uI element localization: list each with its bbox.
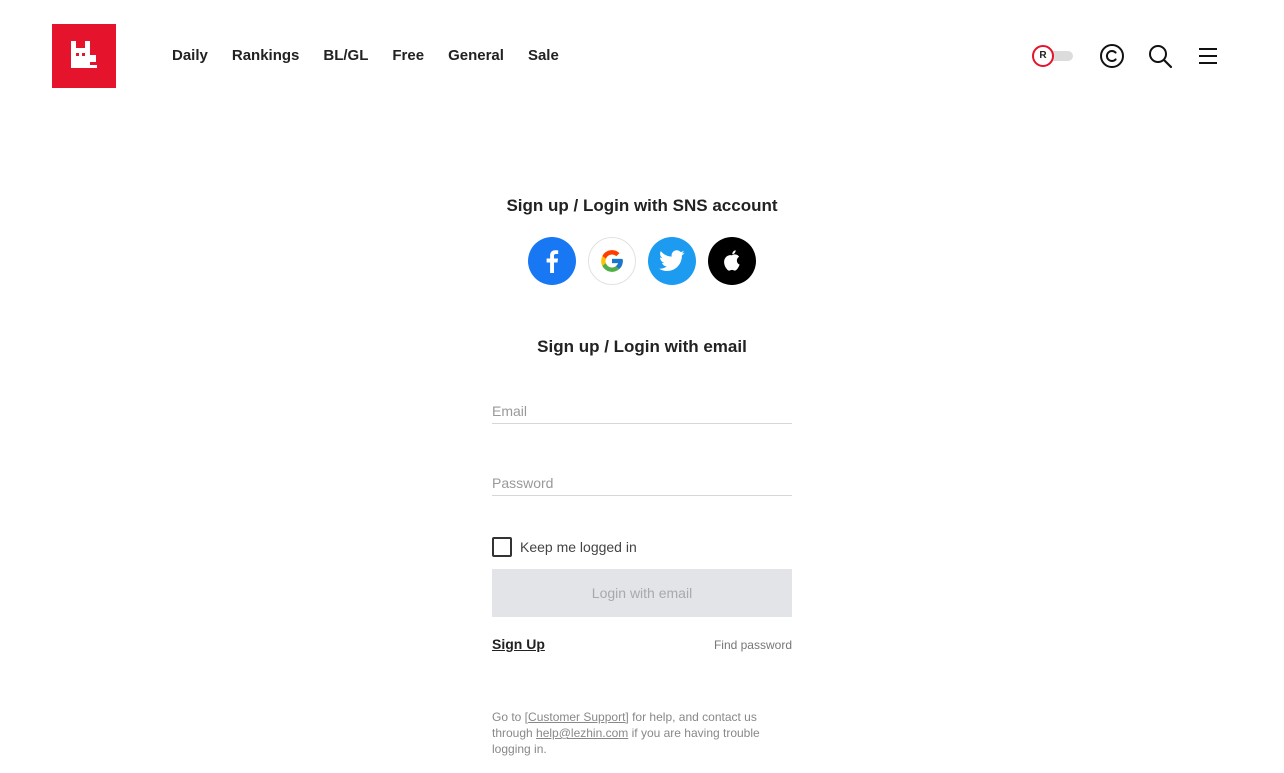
adult-content-toggle[interactable]: R [1031, 44, 1073, 68]
help-prefix: Go to [ [492, 710, 529, 724]
toggle-knob: R [1032, 45, 1054, 67]
password-field[interactable] [492, 470, 792, 496]
help-text: Go to [Customer Support] for help, and c… [492, 709, 792, 757]
customer-support-link[interactable]: Customer Support [528, 710, 625, 724]
checkbox-box[interactable] [492, 537, 512, 557]
twitter-login-button[interactable] [648, 237, 696, 285]
logo[interactable] [52, 24, 116, 88]
search-icon [1149, 45, 1173, 69]
nav-rankings[interactable]: Rankings [232, 46, 300, 66]
email-field[interactable] [492, 398, 792, 424]
nav-bl-gl[interactable]: BL/GL [323, 46, 368, 66]
sns-buttons [528, 237, 756, 285]
sns-login-title: Sign up / Login with SNS account [506, 196, 778, 215]
facebook-icon [546, 250, 559, 273]
help-email-link[interactable]: help@lezhin.com [536, 726, 628, 740]
coin-button[interactable] [1098, 42, 1126, 70]
menu-button[interactable] [1194, 42, 1222, 70]
apple-icon [724, 250, 740, 271]
twitter-icon [659, 250, 685, 271]
login-with-email-button[interactable]: Login with email [492, 569, 792, 617]
keep-logged-in-label: Keep me logged in [520, 539, 637, 555]
main-nav: Daily Rankings BL/GL Free General Sale [172, 46, 559, 66]
email-login-title: Sign up / Login with email [537, 337, 747, 356]
google-icon [601, 250, 623, 272]
lezhin-cat-logo-icon [71, 41, 97, 68]
apple-login-button[interactable] [708, 237, 756, 285]
facebook-login-button[interactable] [528, 237, 576, 285]
nav-general[interactable]: General [448, 46, 504, 66]
keep-logged-in-checkbox[interactable]: Keep me logged in [492, 537, 637, 557]
menu-icon [1199, 48, 1217, 64]
adult-badge: R [1039, 50, 1047, 61]
google-login-button[interactable] [588, 237, 636, 285]
search-button[interactable] [1146, 42, 1174, 70]
nav-free[interactable]: Free [392, 46, 424, 66]
nav-sale[interactable]: Sale [528, 46, 559, 66]
nav-daily[interactable]: Daily [172, 46, 208, 66]
sign-up-link[interactable]: Sign Up [492, 636, 545, 652]
find-password-link[interactable]: Find password [692, 638, 792, 652]
coin-icon [1100, 44, 1124, 68]
